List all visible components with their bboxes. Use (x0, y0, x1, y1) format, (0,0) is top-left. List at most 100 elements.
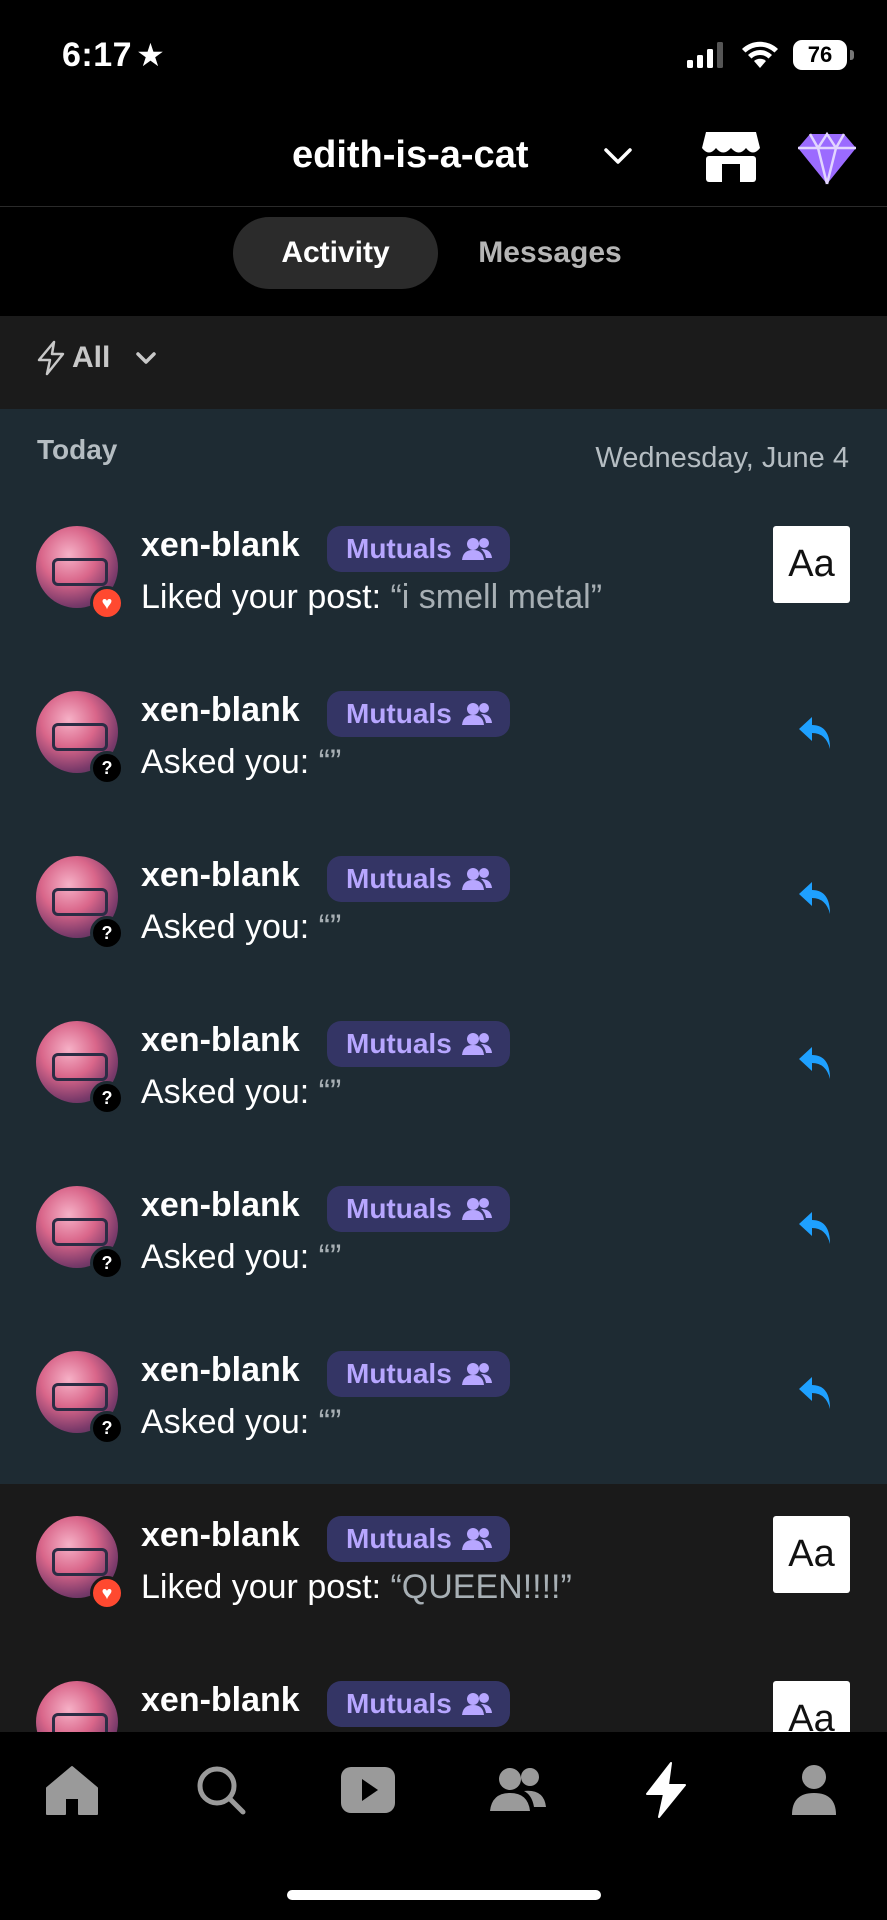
mutuals-label: Mutuals (346, 1688, 452, 1719)
notification-action: Asked you: (141, 908, 319, 946)
mutuals-badge: Mutuals (327, 1516, 510, 1562)
reply-icon[interactable] (796, 1208, 836, 1253)
shop-icon[interactable] (700, 130, 762, 189)
nav-video-icon[interactable] (338, 1760, 398, 1820)
notification-action: Asked you: (141, 1238, 319, 1276)
header-divider (0, 206, 887, 207)
reply-icon[interactable] (796, 713, 836, 758)
people-icon (461, 1693, 492, 1715)
wifi-icon (742, 41, 778, 68)
mutuals-label: Mutuals (346, 1028, 452, 1059)
mutuals-badge: Mutuals (327, 856, 510, 902)
notification-quote: “” (318, 1073, 342, 1111)
filter-label: All (72, 341, 111, 374)
blog-switcher-chevron-icon[interactable] (600, 138, 636, 179)
bolt-outline-icon (37, 340, 65, 376)
notification-text: Asked you: “” (141, 908, 341, 947)
notification-row[interactable]: ? xen-blank Mutuals Asked you: “” (0, 673, 887, 838)
tab-messages[interactable]: Messages (455, 217, 645, 289)
notification-text: Asked you: “” (141, 1073, 341, 1112)
reply-icon[interactable] (796, 1043, 836, 1088)
mutuals-label: Mutuals (346, 1193, 452, 1224)
heart-badge-icon: ♥ (90, 586, 124, 620)
notification-action: Asked you: (141, 743, 319, 781)
tab-activity[interactable]: Activity (233, 217, 438, 289)
blog-name[interactable]: edith-is-a-cat (292, 134, 528, 177)
nav-home-icon[interactable] (42, 1760, 102, 1820)
mutuals-label: Mutuals (346, 1523, 452, 1554)
people-icon (461, 1198, 492, 1220)
username[interactable]: xen-blank (141, 856, 300, 895)
notification-quote: “” (318, 908, 342, 946)
notification-row[interactable]: ? xen-blank Mutuals Asked you: “” (0, 1168, 887, 1333)
nav-search-icon[interactable] (191, 1760, 251, 1820)
cellular-signal-icon (687, 42, 723, 68)
notification-action: Asked you: (141, 1073, 319, 1111)
notification-row[interactable]: ? xen-blank Mutuals Asked you: “” (0, 838, 887, 1003)
notification-text: Liked your post: “i smell metal” (141, 578, 602, 617)
question-badge-icon: ? (90, 916, 124, 950)
text-post-thumbnail[interactable]: Aa (773, 1681, 850, 1732)
mutuals-badge: Mutuals (327, 1681, 510, 1727)
mutuals-label: Mutuals (346, 1358, 452, 1389)
question-badge-icon: ? (90, 751, 124, 785)
username[interactable]: xen-blank (141, 691, 300, 730)
nav-account-icon[interactable] (784, 1760, 844, 1820)
username[interactable]: xen-blank (141, 1516, 300, 1555)
text-post-thumbnail[interactable]: Aa (773, 1516, 850, 1593)
mutuals-badge: Mutuals (327, 691, 510, 737)
question-badge-icon: ? (90, 1411, 124, 1445)
notification-row[interactable]: ♥ xen-blank Mutuals Liked your post: “i sme… (0, 508, 887, 673)
notification-text: Asked you: “” (141, 1238, 341, 1277)
mutuals-label: Mutuals (346, 863, 452, 894)
mutuals-label: Mutuals (346, 698, 452, 729)
gem-icon[interactable] (796, 130, 858, 191)
nav-activity-icon[interactable] (636, 1760, 696, 1820)
text-post-thumbnail[interactable]: Aa (773, 526, 850, 603)
home-indicator (287, 1890, 601, 1900)
notification-text: Asked you: “” (141, 743, 341, 782)
username[interactable]: xen-blank (141, 1681, 300, 1720)
notification-quote: “” (318, 1403, 342, 1441)
mutuals-badge: Mutuals (327, 1186, 510, 1232)
mutuals-label: Mutuals (346, 533, 452, 564)
nav-community-icon[interactable] (488, 1760, 548, 1820)
notification-quote: “QUEEN!!!!” (390, 1568, 572, 1606)
notification-quote: “i smell metal” (390, 578, 603, 616)
notification-row[interactable]: xen-blank Mutuals Aa (0, 1663, 887, 1732)
username[interactable]: xen-blank (141, 526, 300, 565)
star-icon: ★ (136, 37, 166, 73)
notification-text: Asked you: “” (141, 1403, 341, 1442)
mutuals-badge: Mutuals (327, 1021, 510, 1067)
username[interactable]: xen-blank (141, 1186, 300, 1225)
status-time: 6:17 ★ (62, 36, 166, 74)
notification-row[interactable]: ? xen-blank Mutuals Asked you: “” (0, 1333, 887, 1498)
status-indicators: 76 (687, 40, 854, 70)
avatar[interactable] (36, 1681, 118, 1732)
reply-icon[interactable] (796, 1373, 836, 1418)
notification-text: Liked your post: “QUEEN!!!!” (141, 1568, 572, 1607)
people-icon (461, 703, 492, 725)
section-date: Wednesday, June 4 (595, 442, 849, 474)
people-icon (461, 1363, 492, 1385)
battery-icon: 76 (793, 40, 854, 70)
chevron-down-icon (136, 352, 157, 364)
people-icon (461, 1033, 492, 1055)
reply-icon[interactable] (796, 878, 836, 923)
mutuals-badge: Mutuals (327, 1351, 510, 1397)
username[interactable]: xen-blank (141, 1021, 300, 1060)
heart-badge-icon: ♥ (90, 1576, 124, 1610)
question-badge-icon: ? (90, 1081, 124, 1115)
section-today-label: Today (37, 434, 118, 465)
notification-quote: “” (318, 1238, 342, 1276)
people-icon (461, 868, 492, 890)
username[interactable]: xen-blank (141, 1351, 300, 1390)
notification-action: Asked you: (141, 1403, 319, 1441)
notification-action: Liked your post: (141, 578, 391, 616)
notification-quote: “” (318, 743, 342, 781)
notification-row[interactable]: ? xen-blank Mutuals Asked you: “” (0, 1003, 887, 1168)
mutuals-badge: Mutuals (327, 526, 510, 572)
notification-row[interactable]: ♥ xen-blank Mutuals Liked your post: “QUEEN… (0, 1498, 887, 1663)
activity-filter-dropdown[interactable]: All (34, 340, 166, 376)
people-icon (461, 1528, 492, 1550)
